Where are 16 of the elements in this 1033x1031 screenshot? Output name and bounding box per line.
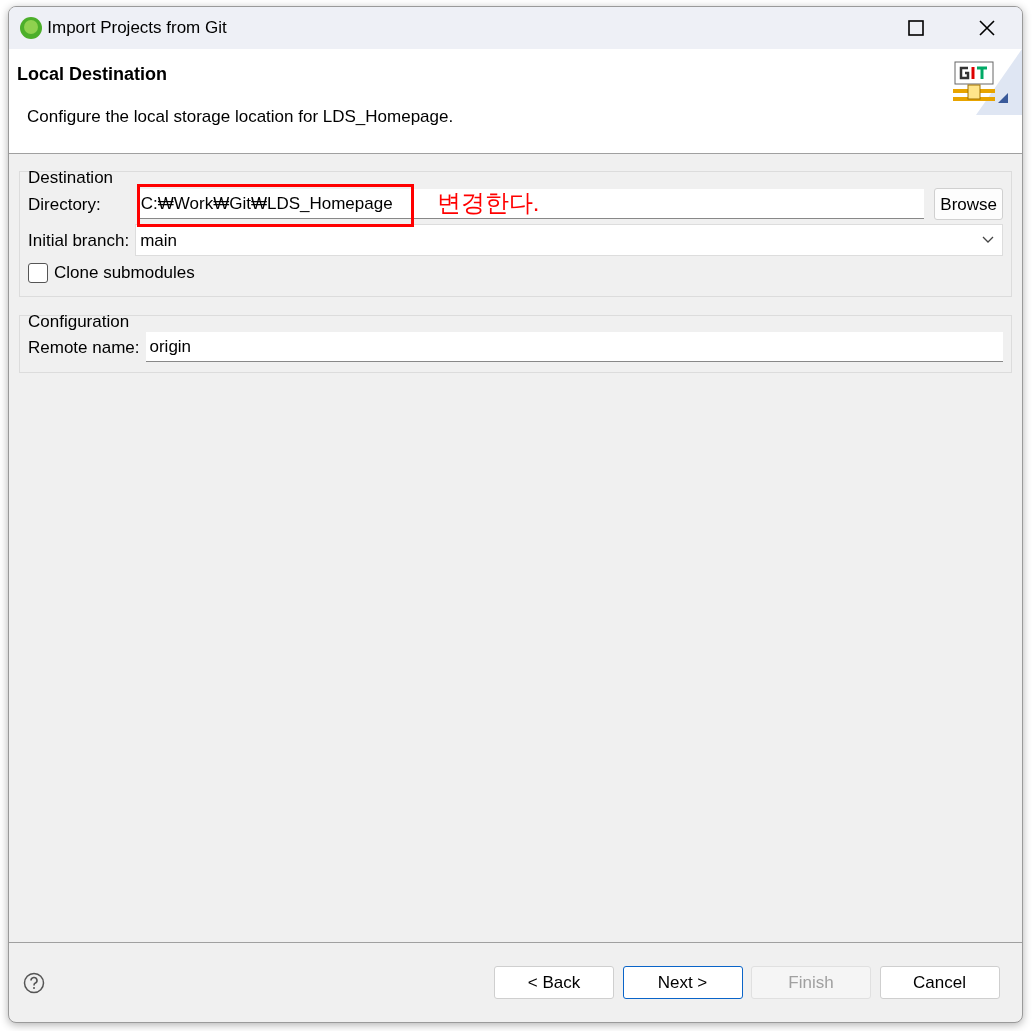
dialog-button[interactable]: Next > [622,966,743,999]
page-description: Configure the local storage location for LDS_Homepage. [27,106,455,128]
window-title: Import Projects from Git [47,17,227,40]
dialog-button[interactable]: < Back [494,966,614,999]
field-label: Directory: [28,193,101,216]
field-label: Remote name: [28,336,140,359]
group-title: Configuration [28,311,131,333]
browse-button[interactable]: Browse [934,188,1003,221]
remote-name-field[interactable]: origin [145,332,1003,363]
annotation-text: 변경한다. [436,188,540,219]
group-title: Destination [28,168,115,189]
field-label: Initial branch: [28,229,130,252]
page-title: Local Destination [17,63,169,86]
branch-dropdown[interactable]: main [135,224,1003,257]
checkbox-label: Clone submodules [54,262,195,285]
dialog-button[interactable]: Cancel [879,966,1000,999]
